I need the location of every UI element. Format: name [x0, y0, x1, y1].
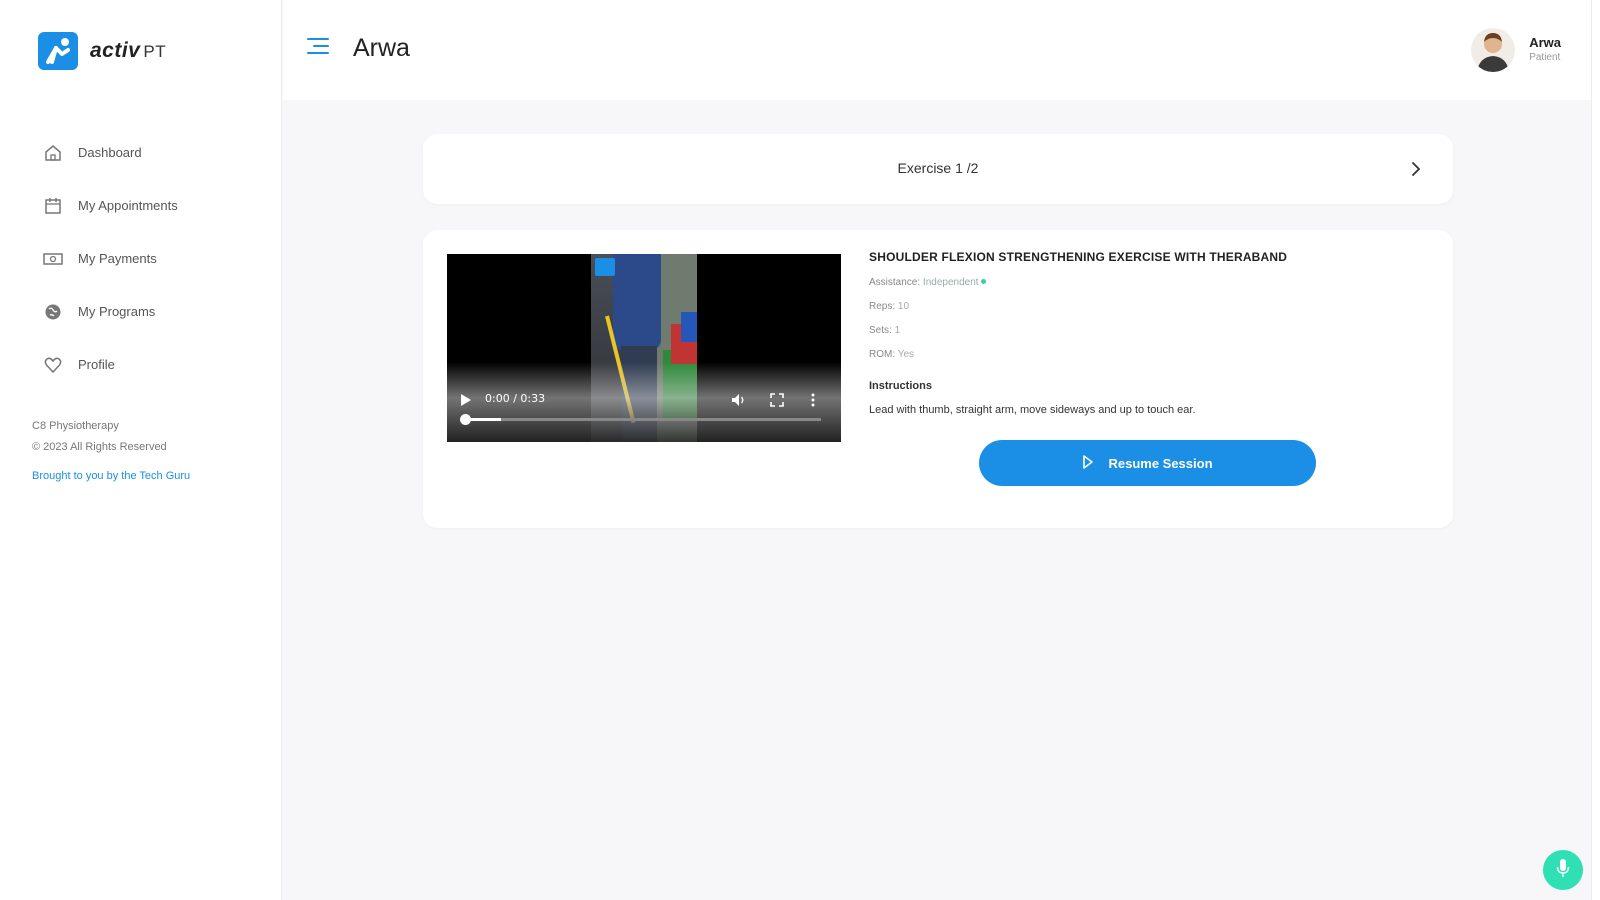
sidebar-footer: C8 Physiotherapy © 2023 All Rights Reser… — [32, 416, 190, 487]
home-icon — [42, 142, 64, 164]
copyright-text: © 2023 All Rights Reserved — [32, 441, 167, 453]
company-name: C8 Physiotherapy — [32, 420, 119, 432]
money-icon — [42, 248, 64, 270]
instructions-text: Lead with thumb, straight arm, move side… — [869, 404, 1196, 416]
assistance-label: Assistance: — [869, 277, 921, 288]
sidebar: activ PT Dashboard My Appointments My Pay… — [0, 0, 282, 900]
sets-row: Sets: 1 — [869, 325, 1429, 336]
reps-row: Reps: 10 — [869, 301, 1429, 312]
video-progress-handle[interactable] — [460, 414, 471, 425]
top-bar: Arwa Arwa Patient — [283, 0, 1591, 100]
exercise-info: SHOULDER FLEXION STRENGTHENING EXERCISE … — [869, 250, 1429, 416]
sidebar-item-label: Profile — [78, 357, 115, 372]
sets-label: Sets: — [869, 325, 892, 336]
sidebar-item-payments[interactable]: My Payments — [42, 232, 178, 285]
menu-toggle-icon[interactable] — [307, 38, 329, 60]
video-time: 0:00 / 0:33 — [485, 392, 546, 405]
exercise-title: SHOULDER FLEXION STRENGTHENING EXERCISE … — [869, 250, 1288, 264]
exercise-navigation-card: Exercise 1 /2 — [423, 134, 1453, 204]
calendar-icon — [42, 195, 64, 217]
rom-label: ROM: — [869, 349, 896, 360]
chevron-right-icon[interactable] — [1403, 156, 1429, 182]
sidebar-item-appointments[interactable]: My Appointments — [42, 179, 178, 232]
globe-icon — [42, 301, 64, 323]
reps-label: Reps: — [869, 301, 896, 312]
sidebar-item-label: My Payments — [78, 251, 157, 266]
reps-value: 10 — [897, 301, 910, 312]
page-title: Arwa — [353, 34, 410, 62]
credit-link[interactable]: Brought to you by the Tech Guru — [32, 466, 190, 487]
exercise-counter: Exercise 1 /2 — [897, 160, 979, 176]
sidebar-item-label: Dashboard — [78, 145, 142, 160]
play-outline-icon — [1082, 454, 1094, 473]
rom-value: Yes — [897, 349, 915, 360]
help-chat-button[interactable] — [1543, 850, 1583, 890]
video-progress-bar[interactable] — [460, 414, 821, 425]
microphone-icon — [1556, 858, 1570, 883]
assistance-value: Independent — [922, 277, 979, 288]
rom-row: ROM: Yes — [869, 349, 1429, 360]
sidebar-item-label: My Appointments — [78, 198, 178, 213]
page-scrollbar[interactable] — [1591, 0, 1600, 900]
video-logo-icon — [595, 258, 615, 276]
fullscreen-icon[interactable] — [767, 390, 787, 410]
resume-session-label: Resume Session — [1108, 455, 1213, 471]
user-name: Arwa — [1529, 35, 1561, 50]
assistance-row: Assistance: Independent — [869, 277, 1429, 288]
instructions-heading: Instructions — [869, 380, 932, 392]
user-role: Patient — [1529, 52, 1561, 63]
status-dot-icon — [980, 279, 986, 284]
sets-value: 1 — [894, 325, 901, 336]
heart-icon — [42, 354, 64, 376]
sidebar-item-label: My Programs — [78, 304, 156, 319]
brand-name: activ PT — [90, 39, 167, 62]
brand-logo-link[interactable]: activ PT — [38, 32, 166, 70]
sidebar-item-programs[interactable]: My Programs — [42, 285, 178, 338]
sidebar-item-profile[interactable]: Profile — [42, 338, 178, 391]
play-icon[interactable] — [457, 391, 475, 409]
volume-icon[interactable] — [729, 390, 749, 410]
sidebar-item-dashboard[interactable]: Dashboard — [42, 126, 178, 179]
sidebar-nav: Dashboard My Appointments My Payments My… — [42, 126, 178, 391]
activpt-logo-icon — [38, 32, 78, 70]
exercise-detail-card: 0:00 / 0:33 SHOULDER FLEXION STRENGTHENI… — [423, 230, 1453, 528]
avatar — [1471, 28, 1516, 72]
user-menu[interactable]: Arwa Patient — [1471, 28, 1561, 72]
exercise-video-player[interactable]: 0:00 / 0:33 — [447, 254, 841, 442]
resume-session-button[interactable]: Resume Session — [979, 440, 1316, 486]
more-options-icon[interactable] — [803, 390, 823, 410]
